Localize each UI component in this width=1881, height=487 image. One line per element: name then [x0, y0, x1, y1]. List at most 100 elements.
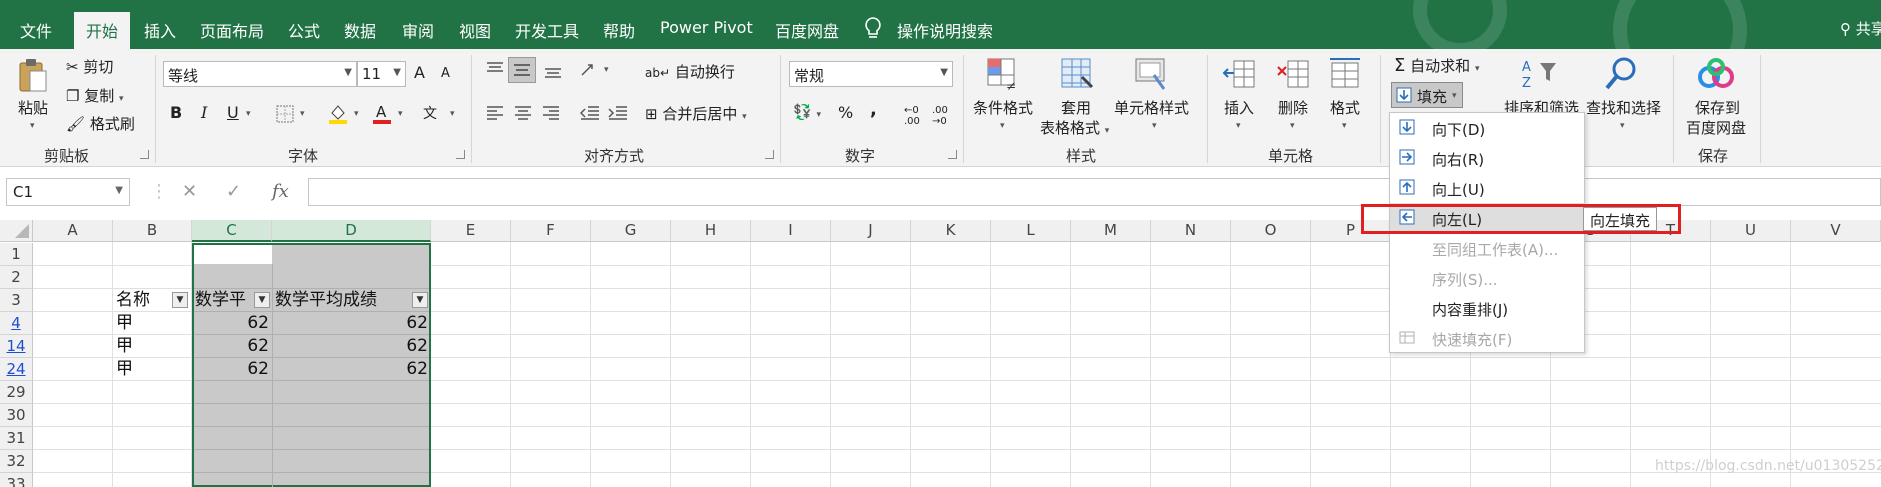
- column-header-d[interactable]: D: [272, 220, 431, 242]
- row-header-32[interactable]: 32: [0, 450, 33, 473]
- menu-item-series[interactable]: 序列(S)...: [1390, 263, 1586, 293]
- tab-file[interactable]: 文件: [20, 18, 52, 42]
- align-top-icon[interactable]: [486, 61, 504, 77]
- column-header-n[interactable]: N: [1151, 220, 1231, 242]
- format-cells-button[interactable]: 格式: [1330, 97, 1360, 118]
- cell-b14[interactable]: 甲: [116, 335, 186, 358]
- column-header-f[interactable]: F: [511, 220, 591, 242]
- active-cell-c1[interactable]: [194, 245, 272, 264]
- tab-view[interactable]: 视图: [459, 18, 491, 42]
- row-header-29[interactable]: 29: [0, 381, 33, 404]
- cell-d4[interactable]: 62: [274, 312, 428, 335]
- tab-formulas[interactable]: 公式: [288, 18, 320, 42]
- column-header-l[interactable]: L: [991, 220, 1071, 242]
- menu-item-flash-fill[interactable]: 快速填充(F): [1390, 323, 1586, 353]
- font-name-select[interactable]: 等线 ▼: [163, 61, 357, 87]
- increase-indent-icon[interactable]: [608, 105, 628, 121]
- format-as-table-label2[interactable]: 表格格式 ▾: [1040, 117, 1109, 138]
- font-launcher[interactable]: [456, 150, 465, 159]
- column-header-b[interactable]: B: [113, 220, 192, 242]
- font-color-icon[interactable]: A: [372, 103, 392, 125]
- tab-page-layout[interactable]: 页面布局: [200, 18, 264, 42]
- fill-button[interactable]: 填充 ▾: [1391, 82, 1463, 108]
- filter-dropdown-c-icon[interactable]: ▼: [254, 292, 270, 308]
- row-header-4[interactable]: 4: [0, 312, 33, 335]
- insert-cells-icon[interactable]: [1222, 57, 1256, 93]
- row-header-31[interactable]: 31: [0, 427, 33, 450]
- font-size-select[interactable]: 11 ▼: [357, 61, 406, 87]
- row-header-33[interactable]: 33: [0, 473, 33, 487]
- tab-insert[interactable]: 插入: [144, 18, 176, 42]
- paste-button[interactable]: 粘贴: [18, 97, 48, 118]
- lightbulb-icon[interactable]: [862, 16, 884, 42]
- cell-styles-button[interactable]: 单元格样式: [1114, 97, 1189, 118]
- format-as-table-icon[interactable]: [1060, 57, 1096, 93]
- column-header-j[interactable]: J: [831, 220, 911, 242]
- percent-button[interactable]: %: [838, 103, 853, 122]
- cell-c24[interactable]: 62: [194, 358, 269, 381]
- decrease-decimal-icon[interactable]: .00 →0: [932, 105, 948, 127]
- menu-item-fill-down[interactable]: 向下(D): [1390, 113, 1586, 143]
- cell-b24[interactable]: 甲: [116, 358, 186, 381]
- filter-dropdown-d-icon[interactable]: ▼: [412, 292, 428, 308]
- italic-button[interactable]: I: [201, 103, 207, 122]
- sort-filter-icon[interactable]: A Z: [1520, 57, 1560, 91]
- row-header-1[interactable]: 1: [0, 243, 33, 266]
- tell-me-search[interactable]: 操作说明搜索: [897, 18, 993, 42]
- menu-item-across-worksheets[interactable]: 至同组工作表(A)...: [1390, 233, 1586, 263]
- menu-item-fill-right[interactable]: 向右(R): [1390, 143, 1586, 173]
- row-header-3[interactable]: 3: [0, 289, 33, 312]
- menu-item-fill-up[interactable]: 向上(U): [1390, 173, 1586, 203]
- menu-item-justify[interactable]: 内容重排(J): [1390, 293, 1586, 323]
- baidu-netdisk-icon[interactable]: [1697, 57, 1735, 91]
- column-header-k[interactable]: K: [911, 220, 991, 242]
- column-header-e[interactable]: E: [431, 220, 511, 242]
- column-header-m[interactable]: M: [1071, 220, 1151, 242]
- tab-power-pivot[interactable]: Power Pivot: [660, 18, 753, 37]
- comma-button[interactable]: ,: [870, 99, 877, 120]
- bold-button[interactable]: B: [170, 103, 182, 122]
- merge-center-button[interactable]: ⊞ 合并后居中 ▾: [645, 103, 747, 124]
- column-header-g[interactable]: G: [591, 220, 671, 242]
- orientation-icon[interactable]: [580, 61, 602, 79]
- align-bottom-icon[interactable]: [544, 63, 562, 79]
- cancel-edit-icon[interactable]: ✕: [182, 181, 197, 202]
- column-header-a[interactable]: A: [33, 220, 113, 242]
- cell-styles-icon[interactable]: [1134, 57, 1170, 93]
- decrease-indent-icon[interactable]: [580, 105, 600, 121]
- delete-cells-icon[interactable]: [1276, 57, 1310, 93]
- filter-icon[interactable]: ▼: [172, 292, 188, 308]
- tab-baidu-netdisk[interactable]: 百度网盘: [775, 18, 839, 42]
- shrink-font-button[interactable]: A: [441, 66, 450, 81]
- cell-c14[interactable]: 62: [194, 335, 269, 358]
- underline-button[interactable]: U: [227, 103, 239, 122]
- align-middle-button[interactable]: [508, 57, 536, 83]
- align-center-icon[interactable]: [514, 105, 532, 121]
- conditional-format-button[interactable]: 条件格式: [973, 97, 1033, 118]
- worksheet-grid[interactable]: A B C D E F G H I J K L M N O P Q R S T …: [0, 220, 1881, 487]
- clipboard-launcher[interactable]: [140, 150, 149, 159]
- wrap-text-button[interactable]: ab↵ 自动换行: [645, 61, 735, 82]
- borders-icon[interactable]: [276, 105, 294, 123]
- tab-developer[interactable]: 开发工具: [515, 18, 579, 42]
- format-painter-button[interactable]: 🖌 格式刷: [66, 113, 135, 134]
- row-header-2[interactable]: 2: [0, 266, 33, 289]
- confirm-edit-icon[interactable]: ✓: [226, 181, 241, 202]
- underline-dropdown[interactable]: ▾: [246, 109, 251, 119]
- find-select-icon[interactable]: [1604, 55, 1640, 93]
- save-to-baidu-button[interactable]: 保存到: [1695, 97, 1740, 118]
- phonetic-icon[interactable]: 文: [423, 103, 437, 123]
- fill-color-icon[interactable]: [328, 103, 348, 125]
- delete-cells-button[interactable]: 删除: [1278, 97, 1308, 118]
- row-header-14[interactable]: 14: [0, 335, 33, 358]
- increase-decimal-icon[interactable]: ←0.00: [904, 105, 920, 127]
- name-box[interactable]: C1 ▼: [6, 178, 130, 206]
- row-header-24[interactable]: 24: [0, 358, 33, 381]
- cell-d24[interactable]: 62: [274, 358, 428, 381]
- cell-b4[interactable]: 甲: [116, 312, 186, 335]
- insert-cells-button[interactable]: 插入: [1224, 97, 1254, 118]
- tab-data[interactable]: 数据: [344, 18, 376, 42]
- column-header-o[interactable]: O: [1231, 220, 1311, 242]
- save-to-baidu-label2[interactable]: 百度网盘: [1686, 117, 1746, 138]
- alignment-launcher[interactable]: [765, 150, 774, 159]
